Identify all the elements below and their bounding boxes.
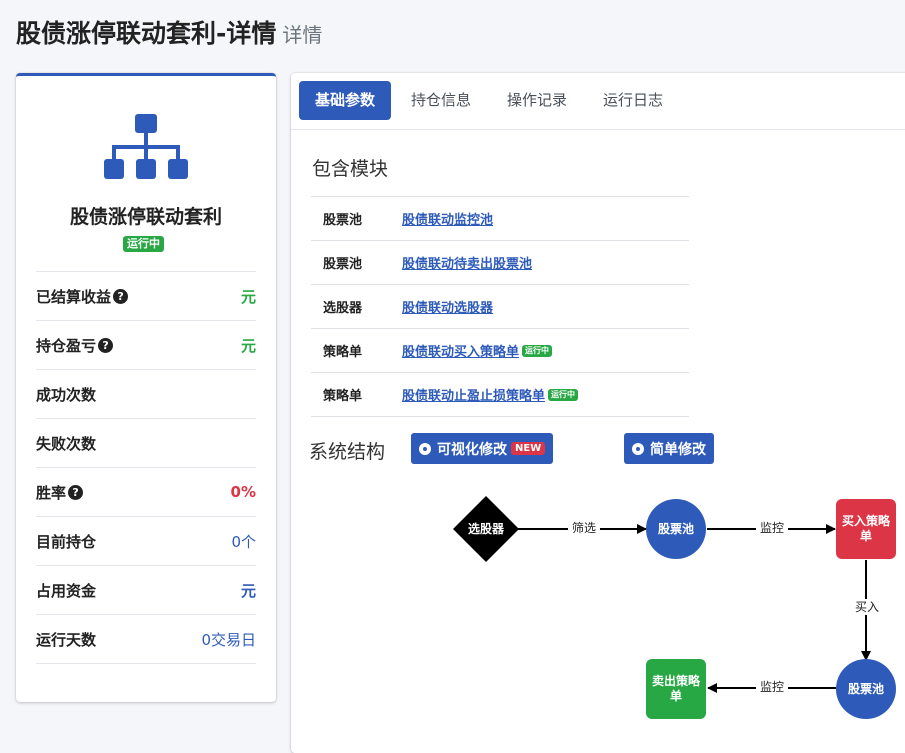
radio-dot-icon [632, 442, 644, 455]
stat-running-days: 运行天数 0交易日 [36, 615, 256, 664]
strategy-summary-card: 股债涨停联动套利 运行中 已结算收益? 元 持仓盈亏? 元 成功次数 失败次数 … [16, 73, 276, 702]
stat-value: 元 [240, 336, 256, 355]
module-link[interactable]: 股债联动止盈止损策略单 [402, 385, 545, 404]
stat-label: 持仓盈亏 [36, 336, 97, 355]
tab-run-log[interactable]: 运行日志 [587, 81, 679, 120]
module-link[interactable]: 股债联动买入策略单 [402, 341, 519, 360]
stat-label: 已结算收益 [36, 287, 112, 306]
module-type: 股票池 [323, 257, 363, 272]
question-circle-icon[interactable]: ? [68, 484, 84, 500]
stat-label: 目前持仓 [36, 532, 97, 551]
simple-edit-label: 简单修改 [650, 441, 706, 458]
tab-positions[interactable]: 持仓信息 [395, 81, 487, 120]
modules-title: 包含模块 [312, 158, 389, 180]
stat-win-rate: 胜率? 0% [36, 468, 256, 517]
stat-label: 失败次数 [36, 434, 97, 453]
stat-value: 0交易日 [201, 630, 256, 649]
detail-card: 基础参数 持仓信息 操作记录 运行日志 包含模块 股票池 股债联动监控池 股票池… [291, 73, 905, 753]
running-badge: 运行中 [548, 388, 579, 401]
table-row: 策略单 股债联动止盈止损策略单 运行中 [311, 373, 689, 417]
stat-value: 0% [230, 483, 256, 501]
tab-basic-params[interactable]: 基础参数 [299, 81, 392, 120]
module-type: 股票池 [323, 213, 363, 228]
page-subtitle: 详情 [282, 23, 323, 47]
structure-title: 系统结构 [309, 441, 386, 463]
question-circle-icon[interactable]: ? [113, 288, 129, 304]
table-row: 策略单 股债联动买入策略单 运行中 [311, 329, 689, 373]
stat-label: 成功次数 [36, 385, 97, 404]
stat-position-pnl: 持仓盈亏? 元 [36, 321, 256, 370]
tab-bar: 基础参数 持仓信息 操作记录 运行日志 [291, 73, 905, 130]
module-type: 选股器 [323, 301, 363, 316]
table-row: 股票池 股债联动监控池 [311, 197, 689, 241]
running-badge: 运行中 [522, 344, 553, 357]
stat-fail-count: 失败次数 [36, 419, 256, 468]
visual-edit-button[interactable]: 可视化修改 NEW [411, 433, 554, 464]
visual-edit-label: 可视化修改 [437, 441, 507, 458]
radio-dot-icon [419, 442, 431, 455]
stat-capital-used: 占用资金 元 [36, 566, 256, 615]
stat-value: 元 [240, 581, 256, 600]
stat-value: 元 [240, 287, 256, 306]
module-link[interactable]: 股债联动待卖出股票池 [402, 253, 532, 272]
stat-value: 0个 [231, 532, 256, 551]
new-badge: NEW [511, 442, 546, 455]
sitemap-icon [104, 114, 188, 179]
stat-success-count: 成功次数 [36, 370, 256, 419]
stats-list: 已结算收益? 元 持仓盈亏? 元 成功次数 失败次数 胜率? 0% 目前持仓 0… [36, 271, 256, 664]
stat-settled-profit: 已结算收益? 元 [36, 272, 256, 321]
module-type: 策略单 [323, 389, 363, 404]
table-row: 股票池 股债联动待卖出股票池 [311, 241, 689, 285]
question-circle-icon[interactable]: ? [98, 337, 114, 353]
stat-label: 运行天数 [36, 630, 97, 649]
stat-current-position: 目前持仓 0个 [36, 517, 256, 566]
stat-label: 胜率 [36, 483, 67, 502]
module-link[interactable]: 股债联动选股器 [402, 297, 493, 316]
page-title: 股债涨停联动套利-详情 详情 [16, 19, 323, 48]
stat-label: 占用资金 [36, 581, 97, 600]
strategy-name: 股债涨停联动套利 [69, 206, 222, 228]
modules-table: 股票池 股债联动监控池 股票池 股债联动待卖出股票池 选股器 股债联动选股器 策… [311, 196, 689, 417]
module-type: 策略单 [323, 345, 363, 360]
tab-operation-log[interactable]: 操作记录 [491, 81, 583, 120]
status-badge: 运行中 [123, 236, 164, 252]
module-link[interactable]: 股债联动监控池 [402, 209, 493, 228]
simple-edit-button[interactable]: 简单修改 [624, 433, 714, 464]
table-row: 选股器 股债联动选股器 [311, 285, 689, 329]
